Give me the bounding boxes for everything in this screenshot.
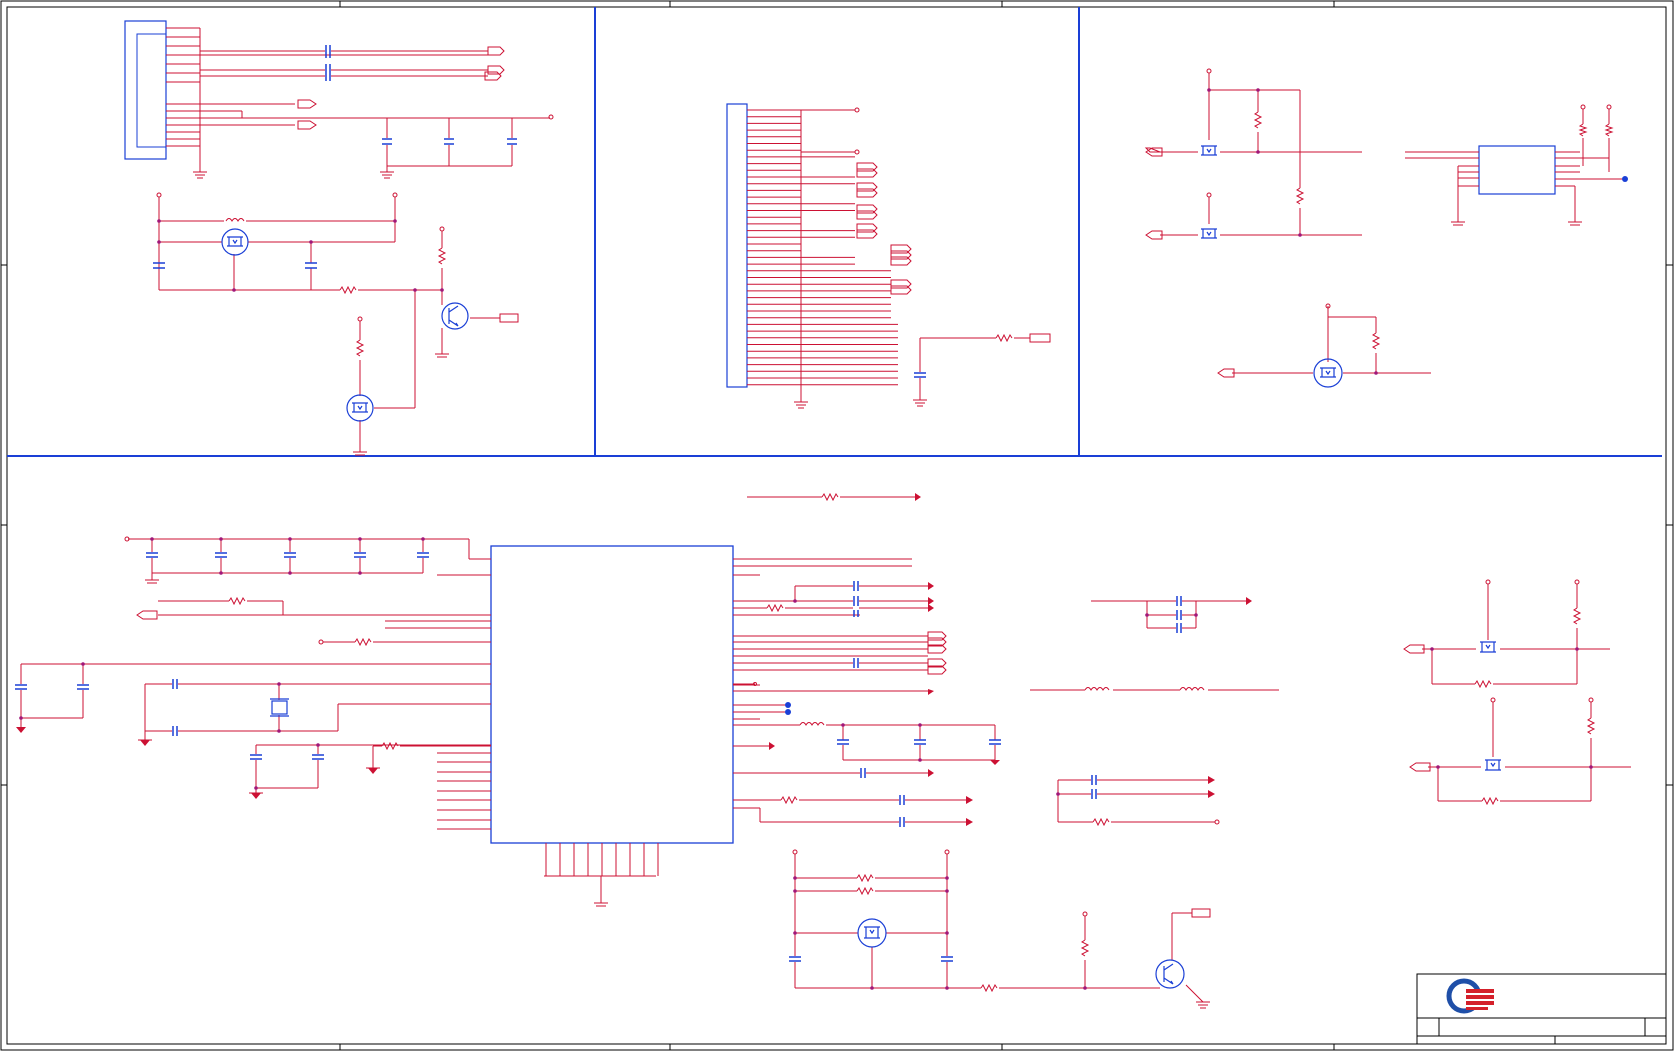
connector-j2 <box>726 103 1051 409</box>
section-frames <box>7 7 1662 457</box>
level-shifter-circuit <box>1144 68 1431 388</box>
filter-network <box>1030 596 1279 827</box>
main-ic-u1 <box>437 545 760 907</box>
right-level-shifters <box>1403 579 1631 806</box>
ic-u3 <box>1405 104 1628 226</box>
load-switch-circuit <box>153 192 519 456</box>
main-ic-right-nets <box>733 492 1001 827</box>
decoupling-and-crystal <box>15 536 491 799</box>
bottom-power-switch <box>789 849 1211 1009</box>
company-logo-icon <box>1446 978 1494 1014</box>
connector-j1 <box>124 20 554 179</box>
schematic-drawing <box>0 0 1674 1051</box>
schematic-sheet <box>0 0 1674 1051</box>
